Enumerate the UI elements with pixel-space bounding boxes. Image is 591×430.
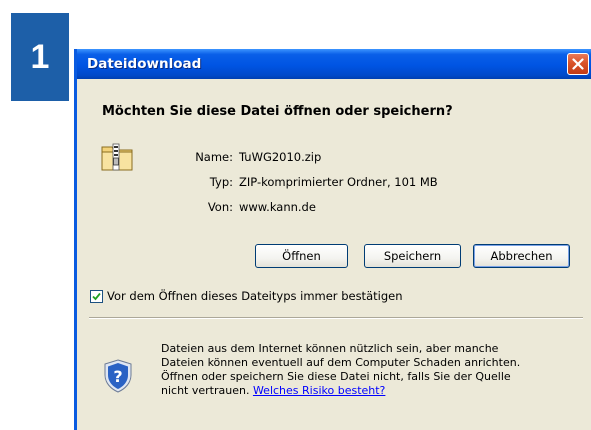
save-button[interactable]: Speichern xyxy=(364,244,461,268)
close-button[interactable] xyxy=(567,53,589,75)
warning-line: nicht vertrauen. Welches Risiko besteht? xyxy=(161,384,520,398)
always-confirm-checkbox[interactable] xyxy=(90,290,103,303)
file-source-value: www.kann.de xyxy=(239,200,316,214)
risk-info-link[interactable]: Welches Risiko besteht? xyxy=(253,384,385,397)
warning-line: Dateien können eventuell auf dem Compute… xyxy=(161,356,521,369)
always-confirm-label[interactable]: Vor dem Öffnen dieses Dateityps immer be… xyxy=(107,289,403,303)
open-button[interactable]: Öffnen xyxy=(255,244,348,268)
security-warning-text: Dateien aus dem Internet können nützlich… xyxy=(161,342,520,398)
svg-text:?: ? xyxy=(113,367,122,386)
warning-line-prefix: nicht vertrauen. xyxy=(161,384,250,397)
warning-line: Öffnen oder speichern Sie diese Datei ni… xyxy=(161,370,511,383)
section-divider xyxy=(89,317,583,319)
dialog-title: Dateidownload xyxy=(87,56,202,72)
download-question: Möchten Sie diese Datei öffnen oder spei… xyxy=(102,104,453,119)
dialog-titlebar[interactable]: Dateidownload xyxy=(77,49,591,79)
type-label: Typ: xyxy=(209,175,233,189)
from-label: Von: xyxy=(207,200,233,214)
download-dialog: Dateidownload Möchten Sie diese Datei öf… xyxy=(74,49,591,430)
name-label: Name: xyxy=(195,150,233,164)
file-name-value: TuWG2010.zip xyxy=(239,150,322,164)
security-shield-icon: ? xyxy=(104,359,132,393)
file-type-value: ZIP-komprimierter Ordner, 101 MB xyxy=(239,175,438,189)
close-icon xyxy=(572,58,584,70)
step-number-badge: 1 xyxy=(11,13,69,101)
checkmark-icon xyxy=(92,292,101,301)
cancel-button[interactable]: Abbrechen xyxy=(473,244,570,268)
zip-folder-icon xyxy=(101,143,133,171)
warning-line: Dateien aus dem Internet können nützlich… xyxy=(161,342,499,355)
